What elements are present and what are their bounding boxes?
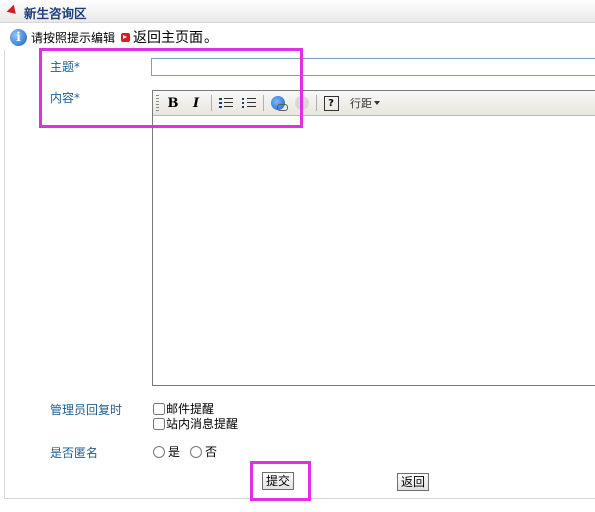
site-notify-label: 站内消息提醒 <box>166 417 239 431</box>
bold-button[interactable]: B <box>165 94 181 112</box>
site-notify-row: 站内消息提醒 <box>153 416 238 431</box>
collapse-triangle-icon[interactable] <box>6 4 20 18</box>
ordered-list-icon <box>219 97 233 109</box>
anonymous-options: 是 否 <box>153 443 227 460</box>
anon-no-label: 否 <box>205 445 218 459</box>
email-notify-row: 邮件提醒 <box>153 401 238 416</box>
help-button[interactable]: ? <box>323 94 339 112</box>
ordered-list-button[interactable] <box>217 94 235 112</box>
hint-bar: i 请按照提示编辑 返回主页面 。 <box>10 28 218 46</box>
line-spacing-dropdown[interactable]: 行距 <box>347 94 383 112</box>
anon-yes-label: 是 <box>168 445 181 459</box>
notify-options: 邮件提醒 站内消息提醒 <box>153 401 238 431</box>
admin-reply-label: 管理员回复时 <box>50 403 123 417</box>
toolbar-grip-icon <box>156 95 159 111</box>
return-home-link[interactable]: 返回主页面 <box>133 27 203 47</box>
anon-no-option[interactable]: 否 <box>190 443 217 460</box>
insert-link-button[interactable] <box>269 94 288 112</box>
toolbar-separator <box>263 95 264 111</box>
unlink-icon <box>295 96 309 110</box>
unordered-list-button[interactable] <box>240 94 258 112</box>
section-title: 新生咨询区 <box>24 6 87 21</box>
email-notify-checkbox[interactable] <box>153 402 165 415</box>
help-icon: ? <box>323 95 339 111</box>
anon-yes-option[interactable]: 是 <box>153 443 180 460</box>
info-icon: i <box>10 28 27 46</box>
section-header: 新生咨询区 <box>0 0 595 23</box>
anon-no-radio[interactable] <box>190 445 203 458</box>
subject-input[interactable] <box>151 58 595 76</box>
subject-label: 主题* <box>50 60 81 74</box>
anon-yes-radio[interactable] <box>153 445 165 458</box>
hint-text: 请按照提示编辑 <box>31 30 116 45</box>
editor-toolbar: B I ? 行距 <box>153 91 595 116</box>
content-label: 内容* <box>50 91 81 105</box>
submit-button[interactable]: 提交 <box>262 472 295 490</box>
site-notify-checkbox[interactable] <box>153 417 165 430</box>
back-button[interactable]: 返回 <box>397 473 430 491</box>
globe-link-icon <box>271 96 288 111</box>
toolbar-separator <box>211 95 212 111</box>
line-spacing-label: 行距 <box>350 97 372 110</box>
hint-period: 。 <box>204 30 219 46</box>
rich-text-editor[interactable]: B I ? 行距 <box>152 90 595 386</box>
toolbar-separator <box>316 95 317 111</box>
return-arrow-icon <box>121 32 131 42</box>
anonymous-label: 是否匿名 <box>50 446 99 460</box>
chevron-down-icon <box>374 101 380 105</box>
italic-button[interactable]: I <box>188 94 204 112</box>
remove-link-button[interactable] <box>293 94 311 112</box>
unordered-list-icon <box>242 97 256 109</box>
